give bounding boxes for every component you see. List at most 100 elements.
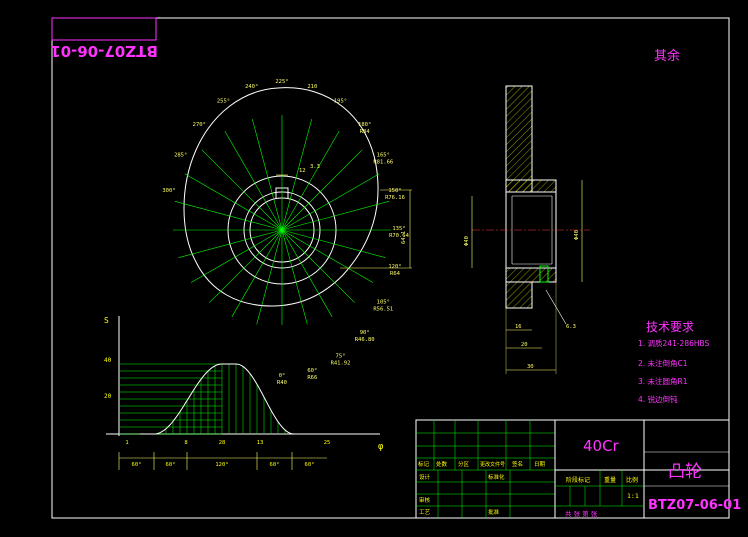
angle-label: 210 [307, 84, 317, 90]
radius-label: R66 [307, 375, 317, 381]
stage-label: 阶段标记 [566, 476, 590, 484]
segment-label: 60° [166, 462, 176, 468]
radius-label: R64 [390, 271, 401, 277]
tb-row-label: 标记 [418, 460, 430, 468]
cam-ray [281, 229, 308, 325]
keyway-depth-dim: 3.3 [310, 164, 320, 170]
cam-ray [281, 229, 386, 258]
tb-row-label: 处数 [436, 460, 448, 468]
title-block: 标记 处数 分区 更改文件号 签名 日期 设计 审核 工艺 标准化 批准 40C… [415, 419, 741, 519]
tb-side-label: 设计 [419, 473, 431, 481]
cam-ray [190, 229, 283, 283]
drawing-number: BTZ07-06-01 [648, 498, 741, 513]
angle-label: 150° [388, 188, 401, 194]
radius-label: R84 [360, 129, 371, 135]
angle-label: 285° [174, 153, 187, 159]
cam-view: 0°R40 60°R66 75°R41.92 90°R46.80 105°R56.51 1… [162, 79, 412, 386]
angle-label: 105° [377, 300, 390, 306]
x-tick: 8 [184, 440, 187, 446]
width-dim-2: 20 [521, 342, 528, 348]
segment-label: 60° [305, 462, 315, 468]
tech-req-item: 4. 锐边倒钝 [638, 394, 678, 404]
tb-row-label: 分区 [458, 460, 470, 468]
tb-std-label: 标准化 [488, 473, 505, 481]
chart-ticks: 1 8 28 13 25 [125, 440, 330, 446]
radius-label: R81.66 [373, 160, 393, 166]
section-view: Φ40 Φ40 16 20 30 6.3 [464, 85, 590, 374]
x-tick: 25 [324, 440, 331, 446]
tb-row-label: 日期 [534, 461, 546, 468]
vertical-dim: 64.1 [401, 231, 407, 244]
mirrored-number-box: BTZ07-06-01 [50, 17, 158, 60]
cam-ray [231, 229, 283, 317]
y-tick: 40 [104, 357, 112, 364]
mirrored-drawing-number: BTZ07-06-01 [50, 42, 158, 60]
weight-label: 重量 [604, 476, 616, 484]
tech-req-item: 3. 未注圆角R1 [638, 376, 688, 386]
angle-label: 225° [275, 79, 288, 85]
angle-label: 165° [377, 153, 390, 159]
tech-req-title: 技术要求 [646, 320, 694, 334]
tb-approve-label: 批准 [488, 508, 500, 516]
segment-label: 60° [132, 462, 142, 468]
cam-ray [178, 229, 283, 258]
remaining-note: 其余 [654, 48, 680, 64]
radius-label: R56.51 [373, 307, 393, 313]
sheet-label: 共 张 第 张 [565, 509, 598, 518]
cam-ray [256, 229, 283, 325]
cam-ray [281, 229, 374, 283]
radius-label: R46.80 [355, 337, 375, 343]
segment-label: 120° [215, 462, 228, 468]
angle-label: 60° [307, 368, 317, 374]
cam-ray [281, 119, 312, 231]
angle-label: 300° [162, 188, 175, 194]
tb-row-label: 更改文件号 [480, 461, 505, 468]
cam-ray [252, 119, 283, 231]
width-dim-1: 16 [515, 324, 522, 330]
hub-dim: Φ40 [574, 230, 580, 240]
angle-label: 75° [336, 353, 346, 359]
bore-dim: Φ40 [464, 236, 470, 246]
x-tick: 28 [219, 440, 226, 446]
tech-req-item: 1. 调质241-286HBS [638, 338, 710, 348]
cam-rays [172, 115, 392, 325]
roughness-symbol: 6.3 [566, 324, 576, 330]
angle-label: 90° [360, 330, 370, 336]
keyway-width-dim: 12 [299, 168, 306, 174]
x-tick: 1 [125, 440, 128, 446]
tb-side-label: 工艺 [419, 509, 431, 516]
angle-label: 180° [358, 122, 371, 128]
section-upper-hub [505, 179, 557, 193]
cam-ray [281, 149, 363, 231]
scale-value: 1:1 [627, 492, 639, 500]
section-lower-body [505, 281, 533, 309]
segment-label: 60° [270, 462, 280, 468]
chart-grid [119, 363, 286, 435]
section-upper-body [505, 85, 533, 193]
radius-label: R41.92 [331, 360, 351, 366]
displacement-chart: S φ 40 20 1 8 28 13 25 60° 60° 120° 60° 60° [104, 316, 384, 470]
angle-label: 120° [388, 264, 401, 270]
angle-label: 240° [245, 84, 258, 90]
radius-label: R76.16 [385, 195, 405, 201]
angle-label: 195° [334, 99, 347, 105]
x-tick: 13 [257, 440, 264, 446]
tech-requirements: 技术要求 1. 调质241-286HBS 2. 未注倒角C1 3. 未注圆角R1… [638, 320, 710, 404]
scale-label: 比例 [626, 476, 638, 484]
y-axis-label: S [104, 316, 109, 325]
cam-profile [183, 87, 379, 307]
part-name: 凸轮 [668, 462, 702, 482]
tech-req-item: 2. 未注倒角C1 [638, 358, 688, 368]
x-axis-label: φ [378, 442, 384, 452]
angle-label: 0° [279, 373, 286, 379]
cad-drawing: BTZ07-06-01 其余 0°R4060°R6675°R41.9290°R4… [50, 17, 741, 519]
angle-label: 255° [217, 99, 230, 105]
chart-segments: 60° 60° 120° 60° 60° [118, 452, 315, 470]
radius-label: R40 [277, 380, 287, 386]
cam-ray [201, 149, 283, 231]
y-tick: 20 [104, 393, 112, 400]
angle-label: 270° [193, 122, 206, 128]
cam-ray [281, 229, 333, 317]
tb-side-label: 审核 [419, 496, 431, 504]
material: 40Cr [583, 437, 620, 455]
